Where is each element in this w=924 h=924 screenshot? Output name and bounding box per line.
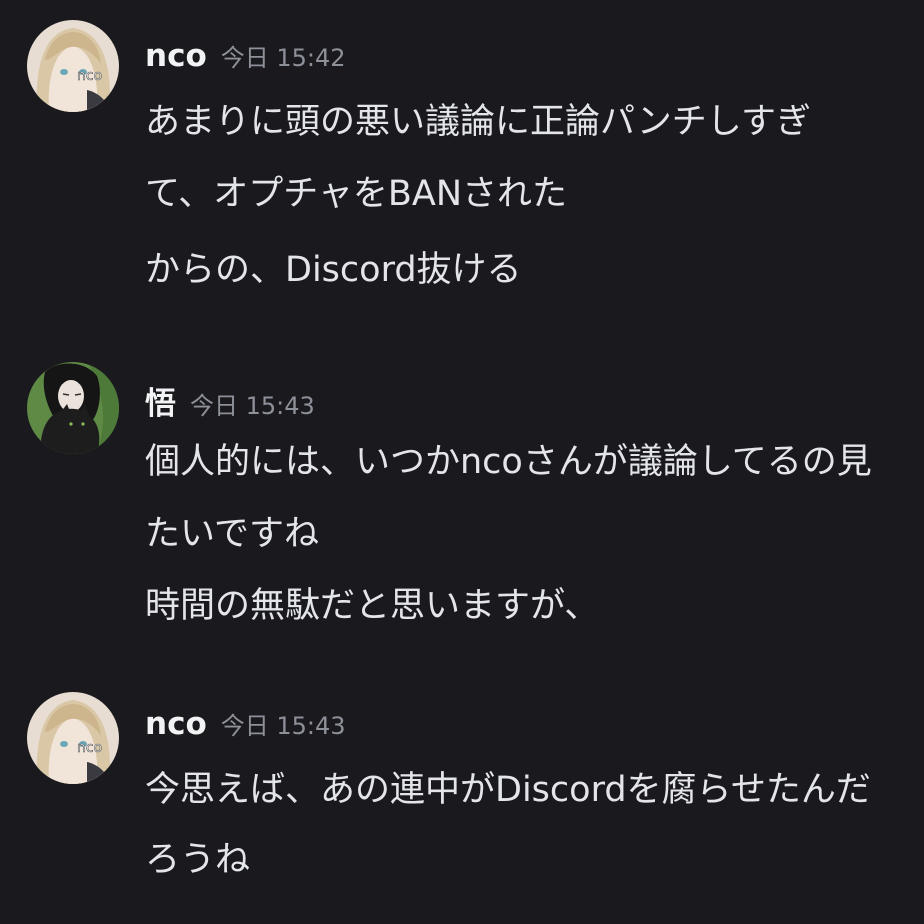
message-text-line: て、オプチャをBANされた xyxy=(145,174,568,214)
message-text-line: たいですね xyxy=(145,514,319,554)
message-text-line: からの、Discord抜ける xyxy=(145,250,522,290)
message-text-line: あまりに頭の悪い議論に正論パンチしすぎ xyxy=(145,102,812,142)
anime-girl-blonde-avatar-icon: nco xyxy=(27,20,119,112)
username[interactable]: nco xyxy=(145,706,207,742)
username[interactable]: 悟 xyxy=(145,386,176,422)
chat-message-list: nco nco 今日 15:42 あまりに頭の悪い議論に正論パンチしすぎ て、オプ… xyxy=(0,0,924,924)
avatar-overlay-text: nco xyxy=(77,740,102,756)
avatar[interactable]: nco xyxy=(27,20,119,112)
avatar-overlay-text: nco xyxy=(77,68,102,84)
girl-with-black-cat-avatar-icon xyxy=(27,362,119,454)
avatar[interactable]: nco xyxy=(27,692,119,784)
message-header: 悟今日 15:43 xyxy=(145,378,315,422)
timestamp[interactable]: 今日 15:43 xyxy=(190,392,315,420)
message-text-line: 今思えば、あの連中がDiscordを腐らせたんだ xyxy=(145,770,871,810)
timestamp[interactable]: 今日 15:43 xyxy=(221,712,346,740)
message-text-line: 時間の無駄だと思いますが、 xyxy=(145,586,600,626)
avatar[interactable] xyxy=(27,362,119,454)
message-text-line: 個人的には、いつかncoさんが議論してるの見 xyxy=(145,442,872,482)
username[interactable]: nco xyxy=(145,38,207,74)
message-header: nco 今日 15:43 xyxy=(145,706,346,746)
anime-girl-blonde-avatar-icon: nco xyxy=(27,692,119,784)
message-text-line: ろうね xyxy=(145,840,251,880)
message-header: nco 今日 15:42 xyxy=(145,38,346,78)
timestamp[interactable]: 今日 15:42 xyxy=(221,44,346,72)
